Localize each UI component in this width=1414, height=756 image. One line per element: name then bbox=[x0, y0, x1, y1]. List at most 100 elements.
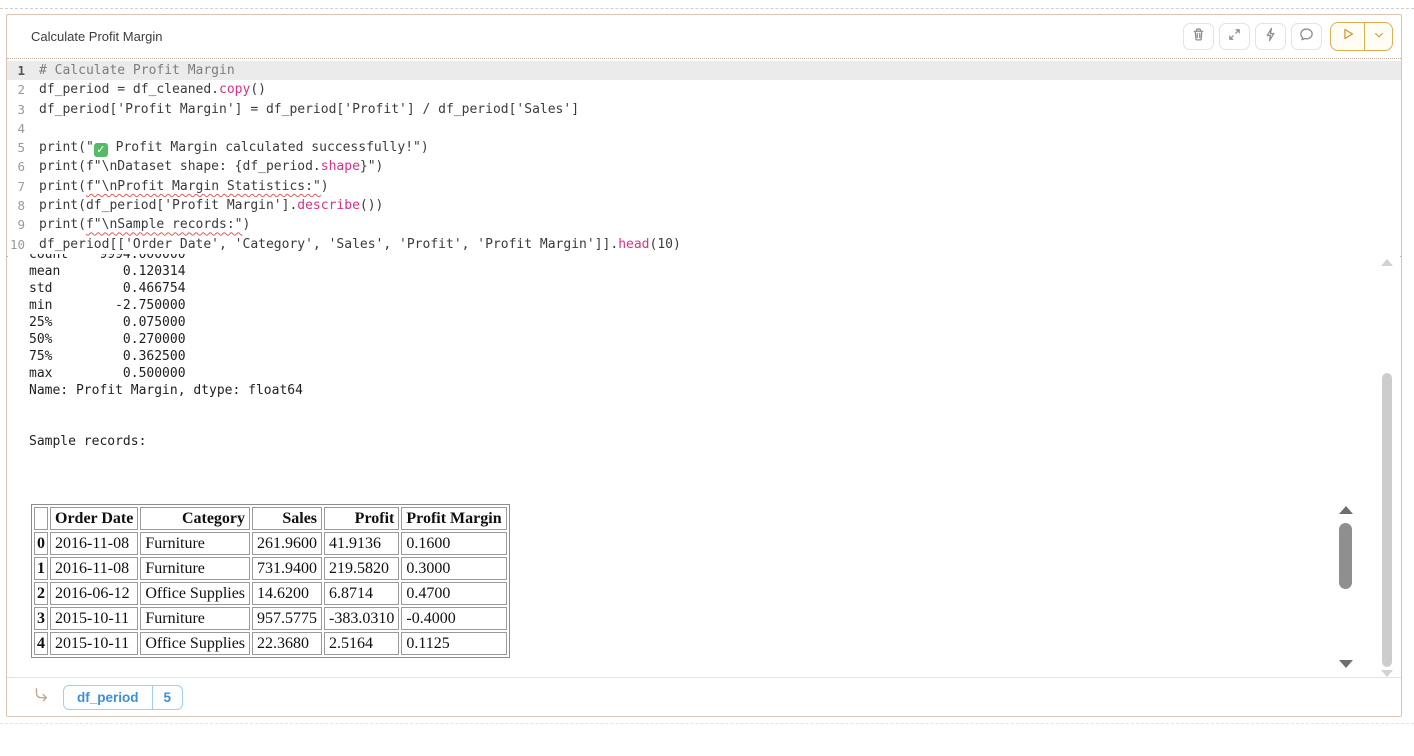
line-number: 3 bbox=[7, 100, 39, 119]
dataframe-table-wrap: Order DateCategorySalesProfitProfit Marg… bbox=[31, 504, 510, 658]
code-line[interactable]: 10df_period[['Order Date', 'Category', '… bbox=[7, 235, 1401, 254]
cell-title[interactable]: Calculate Profit Margin bbox=[31, 29, 163, 44]
table-cell: 22.3680 bbox=[252, 632, 322, 655]
table-header-cell: Sales bbox=[252, 507, 322, 530]
scroll-down-arrow-icon[interactable] bbox=[1339, 660, 1353, 668]
code-text: print(f"\nDataset shape: {df_period.shap… bbox=[39, 157, 383, 176]
table-cell: 2016-11-08 bbox=[50, 532, 138, 555]
cell-footer: df_period 5 bbox=[7, 677, 1401, 716]
table-row: 12016-11-08Furniture731.9400219.58200.30… bbox=[34, 557, 507, 580]
table-row: 02016-11-08Furniture261.960041.91360.160… bbox=[34, 532, 507, 555]
table-cell: 0.1125 bbox=[401, 632, 506, 655]
table-cell: Furniture bbox=[140, 557, 250, 580]
variable-badge[interactable]: df_period 5 bbox=[63, 685, 183, 710]
adjacent-cell-separator-bottom bbox=[0, 723, 1414, 724]
code-text: print(f"\nProfit Margin Statistics:") bbox=[39, 177, 329, 196]
code-line[interactable]: 2df_period = df_cleaned.copy() bbox=[7, 80, 1401, 99]
code-lines: 1# Calculate Profit Margin2df_period = d… bbox=[7, 61, 1401, 254]
table-cell: 14.6200 bbox=[252, 582, 322, 605]
table-row: 22016-06-12Office Supplies14.62006.87140… bbox=[34, 582, 507, 605]
code-line[interactable]: 3df_period['Profit Margin'] = df_period[… bbox=[7, 100, 1401, 119]
row-index-cell: 3 bbox=[34, 607, 48, 630]
code-text: df_period = df_cleaned.copy() bbox=[39, 80, 266, 99]
line-number: 4 bbox=[7, 119, 39, 138]
table-cell: 2.5164 bbox=[324, 632, 399, 655]
line-number: 2 bbox=[7, 80, 39, 99]
table-cell: 0.1600 bbox=[401, 532, 506, 555]
table-row: 32015-10-11Furniture957.5775-383.0310-0.… bbox=[34, 607, 507, 630]
play-icon bbox=[1341, 27, 1355, 46]
scroll-up-arrow-icon[interactable] bbox=[1339, 506, 1353, 514]
delete-cell-button[interactable] bbox=[1183, 23, 1214, 50]
line-number: 9 bbox=[7, 215, 39, 234]
run-cell-button[interactable] bbox=[1331, 23, 1365, 50]
code-line[interactable]: 8print(df_period['Profit Margin'].descri… bbox=[7, 196, 1401, 215]
code-line[interactable]: 7print(f"\nProfit Margin Statistics:") bbox=[7, 177, 1401, 196]
table-cell: 2015-10-11 bbox=[50, 607, 138, 630]
table-cell: 731.9400 bbox=[252, 557, 322, 580]
code-text: df_period['Profit Margin'] = df_period['… bbox=[39, 100, 579, 119]
table-header-cell: Profit Margin bbox=[401, 507, 506, 530]
cell-title-bar: Calculate Profit Margin bbox=[7, 15, 1401, 59]
adjacent-cell-separator-top bbox=[0, 8, 1414, 9]
table-cell: 2015-10-11 bbox=[50, 632, 138, 655]
table-header-cell: Category bbox=[140, 507, 250, 530]
code-line[interactable]: 9print(f"\nSample records:") bbox=[7, 215, 1401, 234]
code-line[interactable]: 6print(f"\nDataset shape: {df_period.sha… bbox=[7, 157, 1401, 176]
code-line[interactable]: 5print("✓ Profit Margin calculated succe… bbox=[7, 138, 1401, 157]
ai-assist-button[interactable] bbox=[1255, 23, 1286, 50]
table-scrollbar[interactable] bbox=[1337, 504, 1354, 670]
code-text: print(df_period['Profit Margin'].describ… bbox=[39, 196, 383, 215]
table-cell: 261.9600 bbox=[252, 532, 322, 555]
output-scrollbar[interactable] bbox=[1380, 257, 1394, 677]
expand-cell-button[interactable] bbox=[1219, 23, 1250, 50]
code-editor[interactable]: 1# Calculate Profit Margin2df_period = d… bbox=[7, 59, 1401, 257]
table-cell: Furniture bbox=[140, 532, 250, 555]
lightning-icon bbox=[1263, 27, 1278, 47]
variable-name[interactable]: df_period bbox=[64, 686, 152, 709]
comment-button[interactable] bbox=[1291, 23, 1322, 50]
code-text: # Calculate Profit Margin bbox=[39, 61, 235, 80]
table-cell: 2016-11-08 bbox=[50, 557, 138, 580]
table-cell: Office Supplies bbox=[140, 632, 250, 655]
run-button-group bbox=[1330, 22, 1393, 51]
code-text: print(f"\nSample records:") bbox=[39, 215, 250, 234]
table-cell: Office Supplies bbox=[140, 582, 250, 605]
chevron-down-icon bbox=[1373, 28, 1385, 46]
row-index-cell: 1 bbox=[34, 557, 48, 580]
code-line[interactable]: 1# Calculate Profit Margin bbox=[7, 61, 1401, 80]
trash-icon bbox=[1191, 27, 1206, 47]
row-index-cell: 0 bbox=[34, 532, 48, 555]
table-cell: 219.5820 bbox=[324, 557, 399, 580]
table-cell: -383.0310 bbox=[324, 607, 399, 630]
row-index-cell: 2 bbox=[34, 582, 48, 605]
row-index-cell: 4 bbox=[34, 632, 48, 655]
line-number: 1 bbox=[7, 61, 39, 80]
notebook-cell: Calculate Profit Margin bbox=[6, 14, 1402, 717]
table-cell: 957.5775 bbox=[252, 607, 322, 630]
output-scrollbar-thumb[interactable] bbox=[1382, 373, 1392, 667]
table-cell: 6.8714 bbox=[324, 582, 399, 605]
table-row: 42015-10-11Office Supplies22.36802.51640… bbox=[34, 632, 507, 655]
variable-count[interactable]: 5 bbox=[152, 686, 183, 709]
line-number: 6 bbox=[7, 157, 39, 176]
table-cell: 41.9136 bbox=[324, 532, 399, 555]
table-scrollbar-thumb[interactable] bbox=[1339, 523, 1352, 589]
code-line[interactable]: 4 bbox=[7, 119, 1401, 138]
cell-toolbar bbox=[1183, 22, 1393, 51]
cell-output: count 9994.000000 mean 0.120314 std 0.46… bbox=[8, 254, 1400, 679]
return-value-arrow-icon bbox=[32, 686, 50, 709]
code-text: df_period[['Order Date', 'Category', 'Sa… bbox=[39, 235, 681, 254]
code-text: print("✓ Profit Margin calculated succes… bbox=[39, 138, 429, 157]
expand-icon bbox=[1227, 27, 1242, 47]
output-scroll-up-arrow-icon[interactable] bbox=[1381, 259, 1393, 266]
run-options-button[interactable] bbox=[1365, 23, 1392, 50]
line-number: 5 bbox=[7, 138, 39, 157]
dataframe-table-body: 02016-11-08Furniture261.960041.91360.160… bbox=[34, 532, 507, 655]
table-header-cell: Order Date bbox=[50, 507, 138, 530]
dataframe-table-header: Order DateCategorySalesProfitProfit Marg… bbox=[34, 507, 507, 530]
table-cell: 0.4700 bbox=[401, 582, 506, 605]
output-scroll-down-arrow-icon[interactable] bbox=[1381, 670, 1393, 677]
table-cell: 2016-06-12 bbox=[50, 582, 138, 605]
table-cell: -0.4000 bbox=[401, 607, 506, 630]
